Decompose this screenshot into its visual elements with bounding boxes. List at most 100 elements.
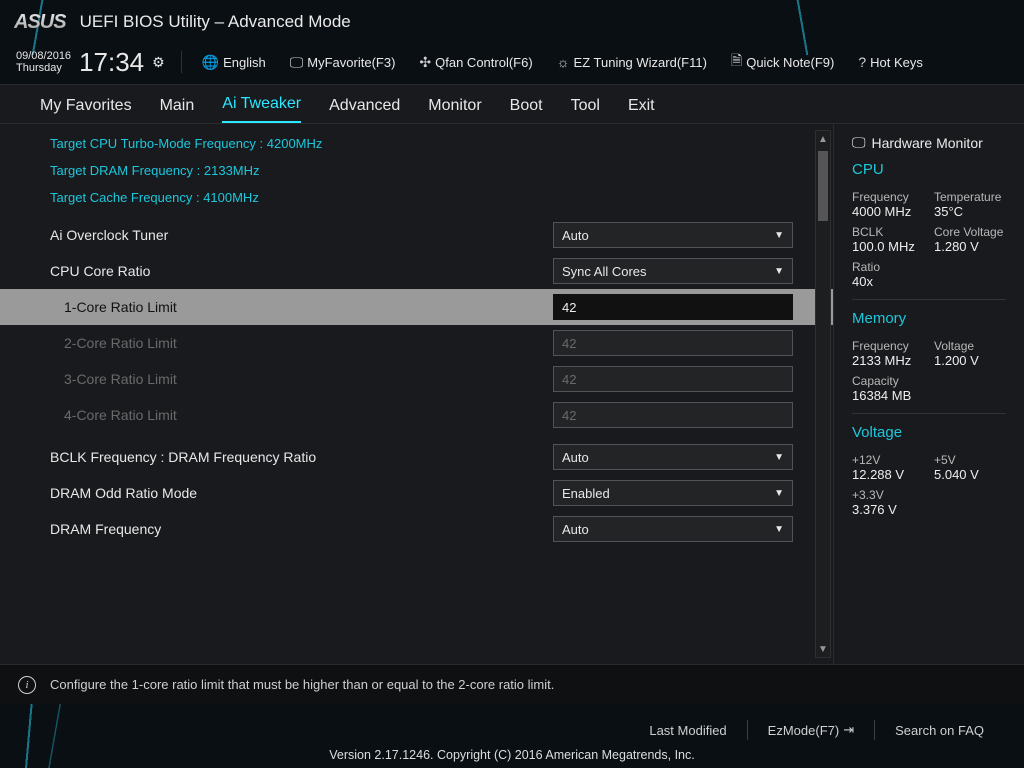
target-cpu-turbo: Target CPU Turbo-Mode Frequency : 4200MH… bbox=[0, 130, 833, 157]
tab-my-favorites[interactable]: My Favorites bbox=[40, 97, 132, 123]
quicknote-button[interactable]: 🗎 Quick Note(F9) bbox=[727, 47, 838, 77]
cpu-grid: Frequency 4000 MHz BCLK 100.0 MHz Ratio … bbox=[852, 184, 1006, 289]
help-bar: i Configure the 1-core ratio limit that … bbox=[0, 664, 1024, 704]
scroll-thumb[interactable] bbox=[818, 151, 828, 221]
copyright: Version 2.17.1246. Copyright (C) 2016 Am… bbox=[0, 748, 1024, 768]
eztuning-button[interactable]: ☼ EZ Tuning Wizard(F11) bbox=[553, 51, 711, 73]
chevron-down-icon: ▼ bbox=[774, 488, 784, 499]
footer: Last Modified EzMode(F7) ⇥ Search on FAQ… bbox=[0, 704, 1024, 768]
tab-advanced[interactable]: Advanced bbox=[329, 97, 400, 123]
qfan-button[interactable]: ✣ Qfan Control(F6) bbox=[415, 51, 536, 74]
label-1core-limit: 1-Core Ratio Limit bbox=[50, 299, 533, 315]
tab-ai-tweaker[interactable]: Ai Tweaker bbox=[222, 95, 301, 123]
mem-freq-value: 2133 MHz bbox=[852, 353, 924, 368]
label-2core-limit: 2-Core Ratio Limit bbox=[50, 335, 533, 351]
tab-main[interactable]: Main bbox=[160, 97, 195, 123]
divider bbox=[852, 299, 1006, 300]
voltage-section-title: Voltage bbox=[852, 424, 1006, 441]
cpu-bclk-value: 100.0 MHz bbox=[852, 239, 924, 254]
input-1core-limit[interactable]: 42 bbox=[553, 294, 793, 320]
mem-cap-value: 16384 MB bbox=[852, 388, 924, 403]
row-dram-frequency[interactable]: DRAM Frequency Auto ▼ bbox=[0, 511, 833, 547]
last-modified-button[interactable]: Last Modified bbox=[639, 719, 736, 742]
day: Thursday bbox=[16, 62, 71, 74]
label-3core-limit: 3-Core Ratio Limit bbox=[50, 371, 533, 387]
select-dram-odd-ratio[interactable]: Enabled ▼ bbox=[553, 480, 793, 506]
row-3core-limit: 3-Core Ratio Limit 42 bbox=[0, 361, 833, 397]
input-3core-limit: 42 bbox=[553, 366, 793, 392]
value-bclk-dram-ratio: Auto bbox=[562, 450, 589, 465]
myfavorite-label: MyFavorite(F3) bbox=[307, 55, 395, 70]
label-ai-overclock-tuner: Ai Overclock Tuner bbox=[50, 227, 533, 243]
cpu-freq-value: 4000 MHz bbox=[852, 204, 924, 219]
ezmode-button[interactable]: EzMode(F7) ⇥ bbox=[758, 718, 864, 742]
v33-label: +3.3V bbox=[852, 488, 924, 502]
screen-icon: 🖵 bbox=[290, 54, 304, 71]
switch-icon: ⇥ bbox=[843, 722, 854, 738]
language-label: English bbox=[223, 55, 266, 70]
select-dram-frequency[interactable]: Auto ▼ bbox=[553, 516, 793, 542]
row-bclk-dram-ratio[interactable]: BCLK Frequency : DRAM Frequency Ratio Au… bbox=[0, 439, 833, 475]
workspace: Target CPU Turbo-Mode Frequency : 4200MH… bbox=[0, 124, 1024, 664]
date: 09/08/2016 bbox=[16, 50, 71, 62]
tab-tool[interactable]: Tool bbox=[571, 97, 600, 123]
ezmode-label: EzMode(F7) bbox=[768, 723, 840, 738]
cpu-ratio-value: 40x bbox=[852, 274, 924, 289]
value-1core-limit: 42 bbox=[562, 300, 576, 315]
question-icon: ? bbox=[858, 54, 866, 70]
cpu-freq-label: Frequency bbox=[852, 190, 924, 204]
cpu-temp-label: Temperature bbox=[934, 190, 1006, 204]
fan-icon: ✣ bbox=[419, 54, 431, 71]
v33-value: 3.376 V bbox=[852, 502, 924, 517]
label-dram-odd-ratio: DRAM Odd Ratio Mode bbox=[50, 485, 533, 501]
qfan-label: Qfan Control(F6) bbox=[435, 55, 533, 70]
myfavorite-button[interactable]: 🖵 MyFavorite(F3) bbox=[286, 51, 400, 74]
scroll-up-icon[interactable]: ▲ bbox=[816, 131, 830, 147]
cpu-corev-label: Core Voltage bbox=[934, 225, 1006, 239]
quicknote-label: Quick Note(F9) bbox=[746, 55, 834, 70]
v5-value: 5.040 V bbox=[934, 467, 1006, 482]
monitor-icon: 🖵 bbox=[852, 134, 866, 151]
row-dram-odd-ratio[interactable]: DRAM Odd Ratio Mode Enabled ▼ bbox=[0, 475, 833, 511]
cpu-ratio-label: Ratio bbox=[852, 260, 924, 274]
label-bclk-dram-ratio: BCLK Frequency : DRAM Frequency Ratio bbox=[50, 449, 533, 465]
separator bbox=[181, 51, 182, 73]
cpu-corev-value: 1.280 V bbox=[934, 239, 1006, 254]
label-4core-limit: 4-Core Ratio Limit bbox=[50, 407, 533, 423]
hotkeys-button[interactable]: ? Hot Keys bbox=[854, 51, 927, 73]
select-ai-overclock-tuner[interactable]: Auto ▼ bbox=[553, 222, 793, 248]
row-cpu-core-ratio[interactable]: CPU Core Ratio Sync All Cores ▼ bbox=[0, 253, 833, 289]
info-icon: i bbox=[18, 676, 36, 694]
hotkeys-label: Hot Keys bbox=[870, 55, 923, 70]
tab-boot[interactable]: Boot bbox=[510, 97, 543, 123]
chevron-down-icon: ▼ bbox=[774, 452, 784, 463]
date-block: 09/08/2016 Thursday bbox=[16, 50, 71, 74]
divider bbox=[852, 413, 1006, 414]
scroll-down-icon[interactable]: ▼ bbox=[816, 641, 830, 657]
input-2core-limit: 42 bbox=[553, 330, 793, 356]
scrollbar[interactable]: ▲ ▼ bbox=[815, 130, 831, 658]
select-cpu-core-ratio[interactable]: Sync All Cores ▼ bbox=[553, 258, 793, 284]
help-text: Configure the 1-core ratio limit that mu… bbox=[50, 677, 554, 692]
tab-exit[interactable]: Exit bbox=[628, 97, 655, 123]
row-1core-limit[interactable]: 1-Core Ratio Limit 42 bbox=[0, 289, 833, 325]
mem-volt-label: Voltage bbox=[934, 339, 1006, 353]
value-4core-limit: 42 bbox=[562, 408, 576, 423]
datetime: 09/08/2016 Thursday 17:34 ⚙ bbox=[16, 47, 165, 78]
v12-label: +12V bbox=[852, 453, 924, 467]
value-3core-limit: 42 bbox=[562, 372, 576, 387]
language-button[interactable]: 🌐 English bbox=[198, 51, 270, 74]
value-dram-odd-ratio: Enabled bbox=[562, 486, 610, 501]
eztuning-label: EZ Tuning Wizard(F11) bbox=[574, 55, 707, 70]
search-faq-button[interactable]: Search on FAQ bbox=[885, 719, 994, 742]
row-ai-overclock-tuner[interactable]: Ai Overclock Tuner Auto ▼ bbox=[0, 217, 833, 253]
hardware-monitor-panel: 🖵 Hardware Monitor CPU Frequency 4000 MH… bbox=[834, 124, 1024, 664]
select-bclk-dram-ratio[interactable]: Auto ▼ bbox=[553, 444, 793, 470]
app-title: UEFI BIOS Utility – Advanced Mode bbox=[80, 12, 351, 32]
settings-gear-icon[interactable]: ⚙ bbox=[152, 54, 165, 71]
tab-monitor[interactable]: Monitor bbox=[428, 97, 481, 123]
label-cpu-core-ratio: CPU Core Ratio bbox=[50, 263, 533, 279]
toolbar: 09/08/2016 Thursday 17:34 ⚙ 🌐 English 🖵 … bbox=[0, 40, 1024, 84]
hardware-monitor-label: Hardware Monitor bbox=[872, 135, 983, 151]
chevron-down-icon: ▼ bbox=[774, 230, 784, 241]
